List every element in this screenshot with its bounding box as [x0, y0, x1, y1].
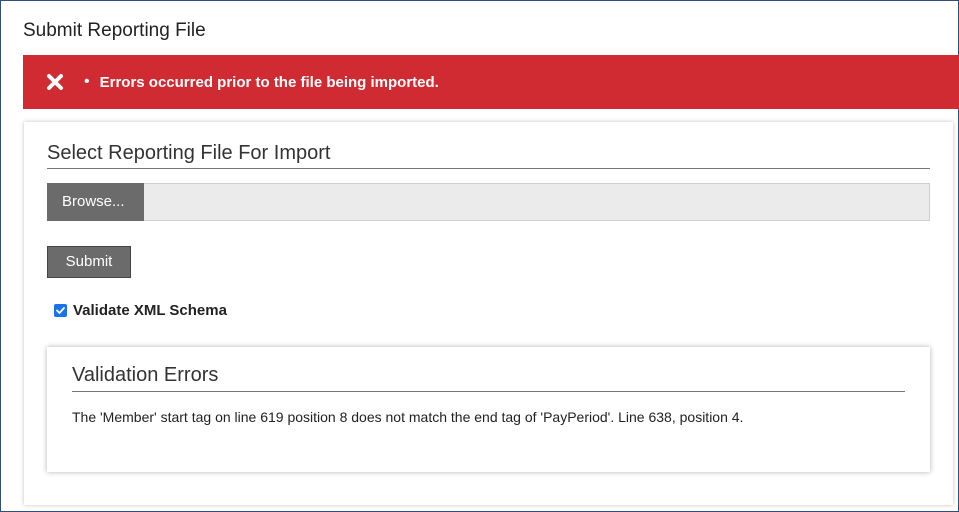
validation-errors-panel: Validation Errors The 'Member' start tag… — [47, 347, 930, 472]
app-window: Submit Reporting File • Errors occurred … — [0, 0, 959, 512]
page-title: Submit Reporting File — [23, 20, 206, 41]
error-alert: • Errors occurred prior to the file bein… — [23, 55, 959, 109]
validate-schema-label[interactable]: Validate XML Schema — [73, 302, 227, 319]
checkmark-icon — [56, 307, 65, 314]
browse-button[interactable]: Browse... — [47, 183, 144, 221]
panel-title: Select Reporting File For Import — [47, 142, 331, 164]
alert-bullet: • — [84, 73, 90, 90]
error-x-icon — [44, 71, 66, 93]
validate-schema-checkbox[interactable] — [54, 304, 67, 317]
file-input[interactable]: Browse... — [47, 183, 930, 221]
validation-divider — [72, 391, 905, 392]
panel-divider — [47, 168, 930, 169]
validation-error-message: The 'Member' start tag on line 619 posit… — [72, 409, 744, 425]
import-panel: Select Reporting File For Import Browse.… — [24, 122, 953, 505]
submit-button[interactable]: Submit — [47, 246, 131, 278]
validation-errors-title: Validation Errors — [72, 364, 219, 386]
alert-message: Errors occurred prior to the file being … — [99, 73, 439, 91]
